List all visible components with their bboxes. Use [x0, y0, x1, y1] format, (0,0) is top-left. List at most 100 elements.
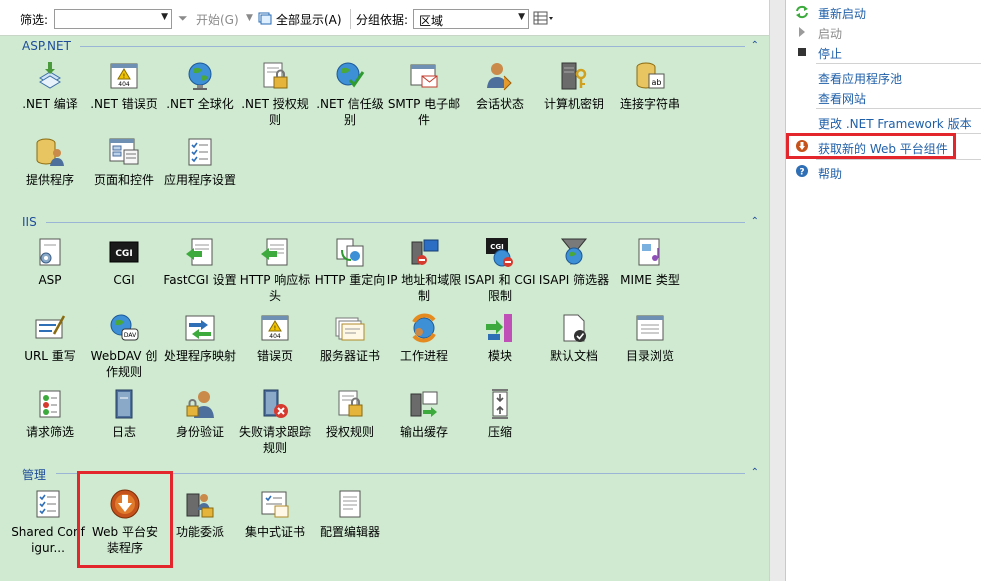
- stop-link[interactable]: 停止: [818, 45, 842, 62]
- feature-request-filtering[interactable]: 请求筛选: [12, 388, 88, 440]
- collapse-icon[interactable]: ⌃: [751, 40, 759, 51]
- redirect-icon: [334, 236, 366, 268]
- feature-logging[interactable]: 日志: [86, 388, 162, 440]
- feature-smtp-email[interactable]: SMTP 电子邮件: [386, 60, 462, 128]
- feature-net-error-pages[interactable]: ! 404 .NET 错误页: [86, 60, 162, 112]
- feature-label: IP 地址和域限制: [386, 273, 462, 303]
- feature-app-settings[interactable]: 应用程序设置: [162, 136, 238, 188]
- feature-label: 压缩: [487, 425, 512, 439]
- feature-server-certificates[interactable]: 服务器证书: [312, 312, 388, 364]
- worker-process-icon: [408, 312, 440, 344]
- view-sites-link[interactable]: 查看网站: [818, 90, 866, 107]
- feature-output-caching[interactable]: 输出缓存: [386, 388, 462, 440]
- feature-isapi-cgi-restrictions[interactable]: CGI ISAPI 和 CGI 限制: [462, 236, 538, 304]
- mime-icon: [634, 236, 666, 268]
- feature-label: 服务器证书: [319, 349, 380, 363]
- feature-error-pages[interactable]: ! 404 错误页: [237, 312, 313, 364]
- show-all-button[interactable]: 全部显示(A): [276, 11, 342, 28]
- lock-document-icon: [259, 60, 291, 92]
- feature-session-state[interactable]: 会话状态: [462, 60, 538, 112]
- group-by-select[interactable]: 区域 ▼: [413, 9, 529, 29]
- svg-text:!: !: [123, 73, 125, 80]
- chevron-down-icon[interactable]: ▼: [246, 13, 253, 23]
- feature-asp[interactable]: ASP: [12, 236, 88, 288]
- feature-label: 功能委派: [175, 525, 224, 539]
- chevron-down-icon[interactable]: ▼: [518, 12, 525, 22]
- feature-cgi[interactable]: CGI CGI: [86, 236, 162, 288]
- svg-text:DAV: DAV: [124, 332, 137, 339]
- response-headers-icon: [259, 236, 291, 268]
- feature-shared-configuration[interactable]: Shared Configur...: [10, 488, 86, 556]
- restart-link[interactable]: 重新启动: [818, 5, 866, 22]
- feature-net-compile[interactable]: .NET 编译: [12, 60, 88, 112]
- filter-globe-icon: [558, 236, 590, 268]
- feature-ip-domain-restrictions[interactable]: IP 地址和域限制: [386, 236, 462, 304]
- feature-failed-request-tracing[interactable]: 失败请求跟踪规则: [237, 388, 313, 456]
- log-book-icon: [108, 388, 140, 420]
- feature-worker-processes[interactable]: 工作进程: [386, 312, 462, 364]
- group-by-value: 区域: [419, 14, 444, 28]
- feature-pages-controls[interactable]: 页面和控件: [86, 136, 162, 188]
- filter-combo[interactable]: ▼: [54, 9, 172, 29]
- error-page-icon: ! 404: [259, 312, 291, 344]
- view-app-pools-link[interactable]: 查看应用程序池: [818, 70, 902, 87]
- feature-http-redirect[interactable]: HTTP 重定向: [312, 236, 388, 288]
- highlight-box-web-platform-installer: [77, 471, 173, 568]
- feature-default-document[interactable]: 默认文档: [536, 312, 612, 364]
- feature-label: 失败请求跟踪规则: [238, 425, 311, 455]
- database-text-icon: ab: [634, 60, 666, 92]
- feature-label: 输出缓存: [399, 425, 448, 439]
- filter-label: 筛选:: [20, 13, 49, 27]
- start-link[interactable]: 启动: [818, 25, 842, 42]
- checklist-icon: [184, 136, 216, 168]
- feature-net-authorization[interactable]: .NET 授权规则: [237, 60, 313, 128]
- svg-text:!: !: [274, 325, 276, 332]
- user-lock-icon: [184, 388, 216, 420]
- view-mode-icon[interactable]: [533, 11, 553, 28]
- group-by-label: 分组依据:: [356, 13, 409, 27]
- ip-restrict-icon: [408, 236, 440, 268]
- play-icon: [795, 25, 809, 39]
- svg-text:ab: ab: [652, 78, 662, 87]
- feature-authorization-rules[interactable]: 授权规则: [312, 388, 388, 440]
- feature-isapi-filters[interactable]: ISAPI 筛选器: [536, 236, 612, 288]
- feature-providers[interactable]: 提供程序: [12, 136, 88, 188]
- feature-connection-strings[interactable]: ab 连接字符串: [612, 60, 688, 112]
- feature-directory-browsing[interactable]: 目录浏览: [612, 312, 688, 364]
- server-key-icon: [558, 60, 590, 92]
- feature-modules[interactable]: 模块: [462, 312, 538, 364]
- help-link[interactable]: 帮助: [818, 165, 842, 182]
- feature-fastcgi-settings[interactable]: FastCGI 设置: [162, 236, 238, 288]
- feature-label: 错误页: [256, 349, 293, 363]
- feature-label: 授权规则: [325, 425, 374, 439]
- chevron-down-icon[interactable]: ▼: [161, 12, 168, 22]
- feature-centralized-certificates[interactable]: 集中式证书: [237, 488, 313, 540]
- feature-label: SMTP 电子邮件: [387, 97, 461, 127]
- feature-machine-key[interactable]: 计算机密钥: [536, 60, 612, 112]
- features-scrollbar[interactable]: [769, 0, 785, 581]
- feature-mime-types[interactable]: MIME 类型: [612, 236, 688, 288]
- certificate-icon: [334, 312, 366, 344]
- feature-handler-mappings[interactable]: 处理程序映射: [162, 312, 238, 364]
- feature-net-trust-levels[interactable]: .NET 信任级别: [312, 60, 388, 128]
- feature-compression[interactable]: 压缩: [462, 388, 538, 440]
- feature-label: HTTP 响应标头: [239, 273, 311, 303]
- feature-authentication[interactable]: 身份验证: [162, 388, 238, 440]
- feature-webdav-authoring[interactable]: DAV WebDAV 创作规则: [86, 312, 162, 380]
- change-net-framework-link[interactable]: 更改 .NET Framework 版本: [818, 115, 972, 132]
- default-document-icon: [558, 312, 590, 344]
- start-filter-button[interactable]: 开始(G): [196, 11, 239, 28]
- feature-configuration-editor[interactable]: 配置编辑器: [312, 488, 388, 540]
- delegation-icon: [184, 488, 216, 520]
- feature-url-rewrite[interactable]: URL 重写: [12, 312, 88, 364]
- svg-text:CGI: CGI: [115, 249, 132, 259]
- collapse-icon[interactable]: ⌃: [751, 216, 759, 227]
- feature-label: .NET 全球化: [166, 97, 234, 111]
- feature-label: 模块: [487, 349, 512, 363]
- feature-net-globalization[interactable]: .NET 全球化: [162, 60, 238, 112]
- feature-label: URL 重写: [24, 349, 76, 363]
- feature-delegation[interactable]: 功能委派: [162, 488, 238, 540]
- collapse-icon[interactable]: ⌃: [751, 467, 759, 478]
- section-divider: [46, 222, 745, 223]
- feature-http-response-headers[interactable]: HTTP 响应标头: [237, 236, 313, 304]
